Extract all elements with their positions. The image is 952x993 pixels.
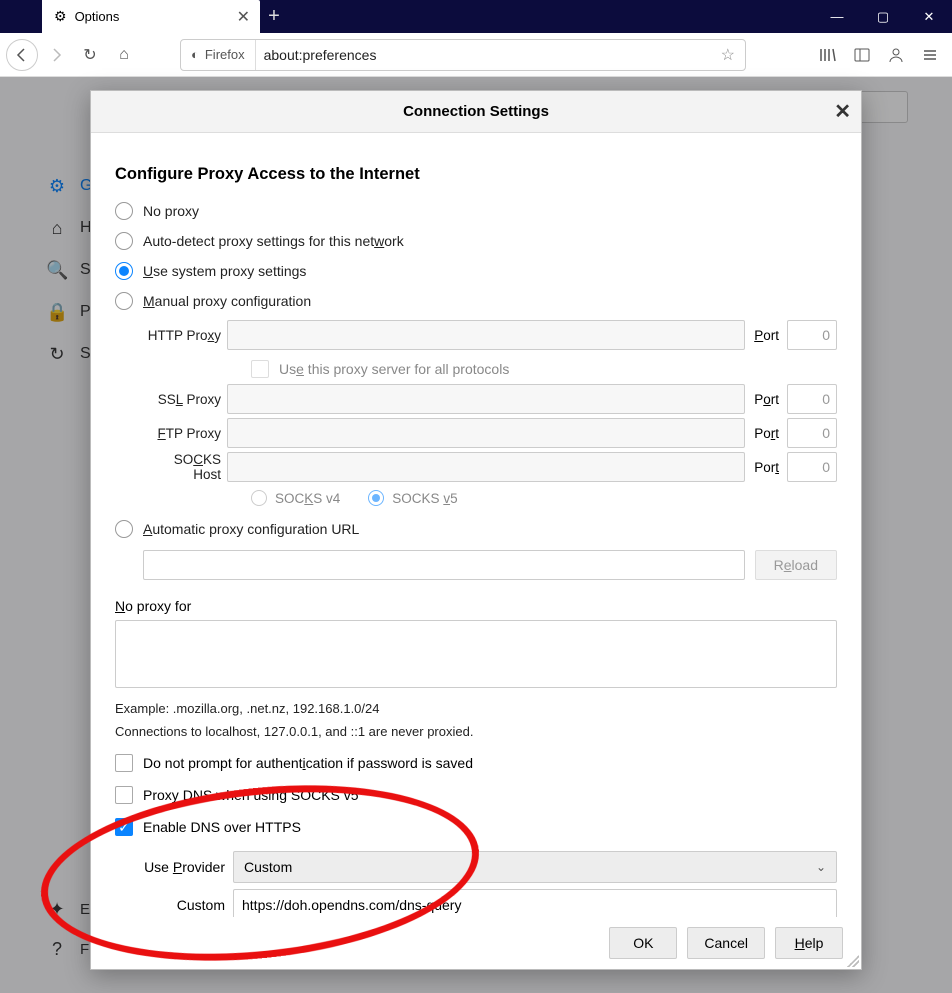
port-label: Port [751,460,781,475]
port-label: Port [751,328,781,343]
bookmark-star-icon[interactable]: ☆ [711,45,745,65]
hamburger-icon [922,47,938,63]
tab-title: Options [75,9,120,24]
tab-close-icon[interactable]: ✕ [237,7,250,27]
site-identity[interactable]: ◐ Firefox [181,40,256,70]
dialog-heading: Configure Proxy Access to the Internet [115,165,837,184]
window-close-button[interactable]: ✕ [906,0,952,33]
radio-icon [115,292,133,310]
account-icon [888,47,904,63]
dialog-close-button[interactable]: ✕ [834,99,851,124]
ssl-port-input[interactable] [787,384,837,414]
socks-v5-radio[interactable] [368,490,384,506]
help-button[interactable]: Help [775,927,843,959]
app-menu-button[interactable] [914,39,946,71]
ssl-proxy-label: SSL Proxy [143,392,221,407]
dialog-footer: OK Cancel Help [91,917,861,969]
use-all-checkbox[interactable] [251,360,269,378]
port-label: Port [751,392,781,407]
provider-select[interactable]: Custom ⌄ [233,851,837,883]
reload-pac-button[interactable]: Reload [755,550,837,580]
enable-doh-row[interactable]: ✓Enable DNS over HTTPS [115,811,837,843]
port-label: Port [751,426,781,441]
library-icon [819,46,837,64]
dialog-body: Configure Proxy Access to the Internet N… [91,133,861,917]
radio-icon [115,262,133,280]
sidebar-icon [854,47,870,63]
example-hint: Example: .mozilla.org, .net.nz, 192.168.… [115,701,837,716]
checkbox-icon [115,754,133,772]
socks-v4-radio[interactable] [251,490,267,506]
ftp-proxy-input[interactable] [227,418,745,448]
radio-icon [115,232,133,250]
radio-pac-url[interactable]: Automatic proxy configuration URL [115,514,837,544]
no-prompt-auth-row[interactable]: Do not prompt for authentication if pass… [115,747,837,779]
identity-label: Firefox [205,47,245,62]
firefox-icon: ◐ [191,47,199,62]
ftp-port-input[interactable] [787,418,837,448]
gear-icon: ⚙ [54,8,67,25]
no-proxy-for-textarea[interactable] [115,620,837,688]
http-port-input[interactable] [787,320,837,350]
http-proxy-input[interactable] [227,320,745,350]
radio-icon [115,202,133,220]
browser-toolbar: ↻ ⌂ ◐ Firefox about:preferences ☆ [0,33,952,77]
new-tab-button[interactable]: + [260,5,288,28]
radio-no-proxy[interactable]: No proxy [115,196,837,226]
localhost-hint: Connections to localhost, 127.0.0.1, and… [115,724,837,739]
resize-grip[interactable] [847,955,859,967]
browser-tab[interactable]: ⚙ Options ✕ [42,0,260,33]
library-button[interactable] [812,39,844,71]
window-maximize-button[interactable]: ▢ [860,0,906,33]
custom-doh-input[interactable] [233,889,837,917]
cancel-button[interactable]: Cancel [687,927,765,959]
dialog-title: Connection Settings [403,103,549,120]
custom-label: Custom [143,897,225,913]
radio-system-proxy[interactable]: Use system proxy settings [115,256,837,286]
arrow-left-icon [14,47,30,63]
window-minimize-button[interactable]: — [814,0,860,33]
account-button[interactable] [880,39,912,71]
url-text: about:preferences [256,47,711,63]
socks-host-input[interactable] [227,452,745,482]
use-provider-label: Use Provider [143,859,225,875]
connection-settings-dialog: Connection Settings ✕ Configure Proxy Ac… [90,90,862,970]
back-button[interactable] [6,39,38,71]
chevron-down-icon: ⌄ [816,860,826,874]
checkbox-icon [115,786,133,804]
forward-button[interactable] [40,39,72,71]
radio-icon [115,520,133,538]
socks-port-input[interactable] [787,452,837,482]
home-button[interactable]: ⌂ [108,39,140,71]
reload-button[interactable]: ↻ [74,39,106,71]
dialog-header: Connection Settings ✕ [91,91,861,133]
ok-button[interactable]: OK [609,927,677,959]
sidebar-toggle-button[interactable] [846,39,878,71]
ssl-proxy-input[interactable] [227,384,745,414]
socks-host-label: SOCKS Host [143,452,221,482]
arrow-right-icon [48,47,64,63]
no-proxy-for-label: No proxy for [115,598,837,614]
checkbox-icon: ✓ [115,818,133,836]
pac-url-input[interactable] [143,550,745,580]
url-bar[interactable]: ◐ Firefox about:preferences ☆ [180,39,746,71]
http-proxy-label: HTTP Proxy [143,328,221,343]
proxy-dns-row[interactable]: Proxy DNS when using SOCKS v5 [115,779,837,811]
ftp-proxy-label: FTP Proxy [143,426,221,441]
radio-manual-proxy[interactable]: Manual proxy configuration [115,286,837,316]
provider-value: Custom [244,859,292,875]
radio-auto-detect[interactable]: Auto-detect proxy settings for this netw… [115,226,837,256]
window-titlebar: ⚙ Options ✕ + — ▢ ✕ [0,0,952,33]
